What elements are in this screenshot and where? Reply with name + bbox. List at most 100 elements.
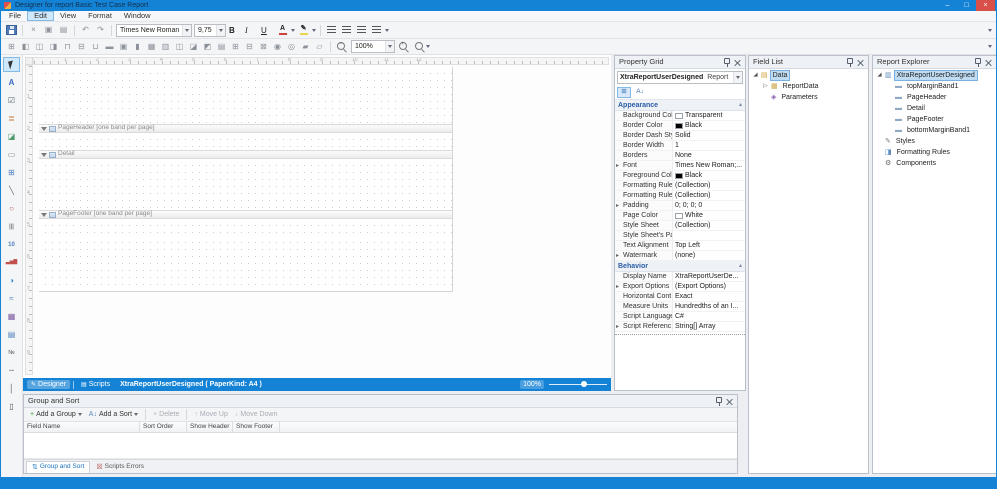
move-down-button[interactable]: ↓Move Down xyxy=(233,410,279,419)
underline-button[interactable]: U xyxy=(260,24,274,37)
center-vertically-button[interactable]: ◎ xyxy=(285,40,298,53)
detail-band-header[interactable]: Detail xyxy=(39,150,452,159)
font-color-dropdown-icon[interactable] xyxy=(291,29,295,32)
collapse-band-icon[interactable] xyxy=(41,127,47,131)
maximize-button[interactable]: □ xyxy=(957,0,976,11)
report-explorer-node-bottommarginband1[interactable]: ▬bottomMarginBand1 xyxy=(873,125,996,136)
property-value[interactable]: Black xyxy=(673,171,745,180)
expand-icon[interactable]: ▸ xyxy=(616,163,619,169)
dropdown-button[interactable] xyxy=(182,25,191,36)
rich-text-tool[interactable]: ≣ xyxy=(3,111,20,126)
property-value[interactable]: 1 xyxy=(673,141,745,150)
page-footer-band[interactable] xyxy=(39,219,452,236)
bring-to-front-button[interactable]: ▰ xyxy=(299,40,312,53)
table-tool[interactable]: ⊞ xyxy=(3,165,20,180)
report-explorer-node-components[interactable]: ⚙Components xyxy=(873,158,996,169)
align-left-button[interactable] xyxy=(325,24,338,37)
column-header-show-header[interactable]: Show Header xyxy=(187,422,233,432)
equal-vertical-spacing-button[interactable]: ▤ xyxy=(215,40,228,53)
categorized-view-button[interactable]: ⊞ xyxy=(617,87,631,98)
property-row[interactable]: Foreground ColBlack xyxy=(615,171,745,181)
pin-icon[interactable] xyxy=(724,58,730,67)
picture-box-tool[interactable]: ◪ xyxy=(3,129,20,144)
zoom-slider-thumb[interactable] xyxy=(581,381,587,387)
align-bottom-button[interactable]: ⊔ xyxy=(89,40,102,53)
sub-report-tool[interactable]: ▤ xyxy=(3,327,20,342)
add-a-sort-button[interactable]: A↓Add a Sort xyxy=(87,410,140,419)
add-a-group-button[interactable]: +Add a Group xyxy=(28,410,84,419)
equal-horizontal-spacing-button[interactable]: ▥ xyxy=(159,40,172,53)
pivot-grid-tool[interactable]: ▦ xyxy=(3,309,20,324)
zoom-select[interactable]: 100% xyxy=(351,40,395,53)
expand-icon[interactable]: ▸ xyxy=(616,324,619,330)
property-value[interactable]: C# xyxy=(673,312,745,321)
property-row[interactable]: Text AlignmentTop Left xyxy=(615,241,745,251)
highlight-dropdown-icon[interactable] xyxy=(312,29,316,32)
object-selector[interactable]: XtraReportUserDesigned Report xyxy=(617,71,743,84)
center-horizontally-button[interactable]: ◉ xyxy=(271,40,284,53)
property-value[interactable]: (Collection) xyxy=(673,191,745,200)
detail-band[interactable] xyxy=(39,159,452,210)
align-justify-button[interactable] xyxy=(370,24,383,37)
zoom-tool-button[interactable] xyxy=(413,40,431,53)
property-row[interactable]: Horizontal ContExact xyxy=(615,292,745,302)
copy-button[interactable]: ▣ xyxy=(42,24,55,37)
page-break-tool[interactable]: ╌ xyxy=(3,363,20,378)
report-explorer-node-topmarginband1[interactable]: ▬topMarginBand1 xyxy=(873,81,996,92)
line-tool[interactable]: ╲ xyxy=(3,183,20,198)
property-row[interactable]: Border Width1 xyxy=(615,141,745,151)
field-list-node-reportdata[interactable]: ▷▦ReportData xyxy=(749,81,868,92)
dropdown-button[interactable] xyxy=(216,25,225,36)
field-list-node-data[interactable]: ◢▤Data xyxy=(749,70,868,81)
close-panel-icon[interactable] xyxy=(985,59,992,66)
tab-group-and-sort[interactable]: ⇅Group and Sort xyxy=(26,461,90,473)
align-right-button[interactable]: ◨ xyxy=(47,40,60,53)
report-explorer-node-xtrareportuserdesigned[interactable]: ◢▥XtraReportUserDesigned xyxy=(873,70,996,81)
property-row[interactable]: ▸Script ReferencString[] Array xyxy=(615,322,745,332)
page-footer-band-header[interactable]: PageFooter [one band per page] xyxy=(39,210,452,219)
property-row[interactable]: ▸FontTimes New Roman;... xyxy=(615,161,745,171)
toolbar-overflow-button[interactable] xyxy=(988,45,994,48)
align-center-horizontal-button[interactable]: ◫ xyxy=(33,40,46,53)
close-panel-icon[interactable] xyxy=(734,59,741,66)
remove-horizontal-spacing-button[interactable]: ◩ xyxy=(201,40,214,53)
gauge-tool[interactable]: ◑ xyxy=(3,273,20,288)
expander-icon[interactable]: ▷ xyxy=(762,84,769,90)
close-panel-icon[interactable] xyxy=(726,398,733,405)
tab-scripts-errors[interactable]: ☒Scripts Errors xyxy=(91,461,149,473)
page-info-tool[interactable]: № xyxy=(3,345,20,360)
align-center-button[interactable] xyxy=(340,24,353,37)
make-same-width-button[interactable]: ▬ xyxy=(103,40,116,53)
menu-format[interactable]: Format xyxy=(82,11,118,21)
property-value[interactable]: (Collection) xyxy=(673,181,745,190)
undo-button[interactable]: ↶ xyxy=(79,24,92,37)
chart-tool[interactable]: ▃▅▇ xyxy=(3,255,20,270)
pin-icon[interactable] xyxy=(975,58,981,67)
property-row[interactable]: Formatting Rule(Collection) xyxy=(615,191,745,201)
property-value[interactable]: String[] Array xyxy=(673,322,745,331)
italic-button[interactable]: I xyxy=(244,24,258,37)
close-panel-icon[interactable] xyxy=(857,59,864,66)
property-value[interactable]: (none) xyxy=(673,251,745,260)
zoom-out-button[interactable]: − xyxy=(335,40,349,53)
property-row[interactable]: Style Sheet's Pa xyxy=(615,231,745,241)
alignment-dropdown-icon[interactable] xyxy=(385,29,389,32)
property-value[interactable]: 0; 0; 0; 0 xyxy=(673,201,745,210)
move-up-button[interactable]: ↑Move Up xyxy=(192,410,230,419)
property-row[interactable]: ▸Padding0; 0; 0; 0 xyxy=(615,201,745,211)
property-value[interactable] xyxy=(673,231,745,240)
property-value[interactable]: Transparent xyxy=(673,111,745,120)
property-value[interactable]: Hundredths of an I... xyxy=(673,302,745,311)
menu-edit[interactable]: Edit xyxy=(27,11,54,21)
decrease-vertical-spacing-button[interactable]: ⊟ xyxy=(243,40,256,53)
align-middle-button[interactable]: ⊟ xyxy=(75,40,88,53)
menu-file[interactable]: File xyxy=(3,11,27,21)
property-value[interactable]: None xyxy=(673,151,745,160)
page-header-band[interactable] xyxy=(39,133,452,150)
make-same-height-button[interactable]: ▮ xyxy=(131,40,144,53)
vertical-ruler[interactable]: 123456789 xyxy=(25,65,33,375)
pointer-tool[interactable] xyxy=(3,57,20,72)
property-row[interactable]: Background ColTransparent xyxy=(615,111,745,121)
collapse-band-icon[interactable] xyxy=(41,153,47,157)
bottom-margin-band[interactable] xyxy=(39,236,452,291)
